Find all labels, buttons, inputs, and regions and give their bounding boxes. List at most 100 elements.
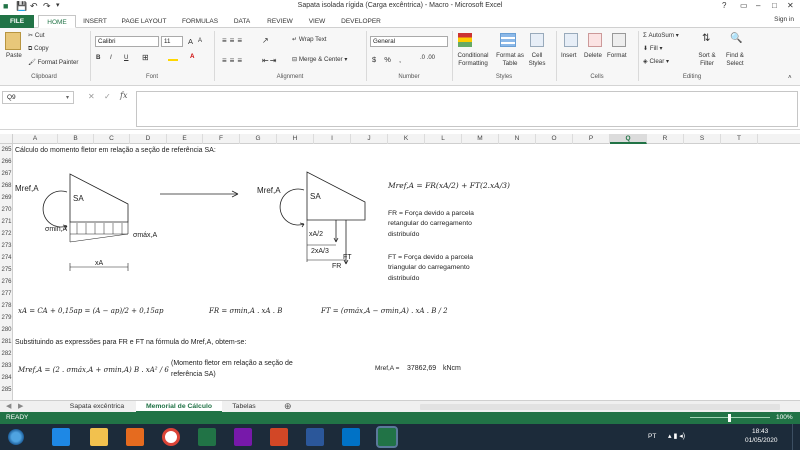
row-number[interactable]: 278 (0, 302, 13, 311)
col-header[interactable]: R (647, 134, 684, 144)
find-select-button[interactable]: Find & Select (722, 52, 748, 68)
fill-color-icon[interactable] (168, 54, 178, 61)
orientation-icon[interactable]: ↗ (262, 36, 269, 45)
col-header[interactable]: T (721, 134, 758, 144)
clear-button[interactable]: ◈ Clear ▾ (643, 58, 669, 65)
excel-active-icon[interactable] (376, 426, 398, 448)
insert-cells-icon[interactable] (564, 33, 578, 47)
tab-view[interactable]: VIEW (304, 15, 330, 28)
powerpoint-icon[interactable] (270, 428, 288, 446)
name-box-dropdown-icon[interactable]: ▾ (66, 94, 69, 101)
font-size-select[interactable]: 11 (161, 36, 183, 47)
close-icon[interactable]: ✕ (787, 1, 794, 10)
row-number[interactable]: 277 (0, 290, 13, 299)
clock-date[interactable]: 01/05/2020 (745, 437, 778, 444)
row-number[interactable]: 265 (0, 146, 13, 155)
tray-icons[interactable]: ▴ ▮ ◂) (668, 432, 685, 440)
row-number[interactable]: 273 (0, 242, 13, 251)
excel-icon[interactable] (198, 428, 216, 446)
cut-button[interactable]: ✂ Cut (28, 32, 45, 39)
sign-in-link[interactable]: Sign in (774, 16, 794, 23)
paste-icon[interactable] (5, 32, 21, 50)
col-header[interactable]: J (351, 134, 388, 144)
col-header[interactable]: E (167, 134, 203, 144)
start-button[interactable] (8, 429, 24, 445)
shrink-font-button[interactable]: A (198, 38, 202, 44)
maximize-icon[interactable]: □ (772, 1, 777, 10)
enter-icon[interactable]: ✓ (104, 92, 111, 101)
tab-formulas[interactable]: FORMULAS (178, 15, 222, 28)
folder-icon[interactable] (90, 428, 108, 446)
show-desktop-button[interactable] (792, 424, 800, 450)
autosum-button[interactable]: Σ AutoSum ▾ (643, 32, 679, 39)
delete-cells-button[interactable]: Delete (584, 52, 602, 59)
chrome-icon[interactable] (162, 428, 180, 446)
font-color-icon[interactable]: A (190, 53, 194, 60)
grow-font-button[interactable]: A (188, 37, 193, 46)
conditional-formatting-icon[interactable] (458, 33, 472, 47)
clock-time[interactable]: 18:43 (752, 428, 768, 435)
media-player-icon[interactable] (126, 428, 144, 446)
format-painter-button[interactable]: 🖌 Format Painter (28, 58, 79, 66)
add-sheet-icon[interactable]: ⊕ (284, 401, 292, 412)
zoom-level[interactable]: 100% (776, 414, 793, 421)
horizontal-scrollbar[interactable] (420, 404, 780, 410)
row-number[interactable]: 268 (0, 182, 13, 191)
tab-file[interactable]: FILE (0, 15, 34, 28)
row-number[interactable]: 274 (0, 254, 13, 263)
align-top-icons[interactable]: ≡≡≡ (222, 36, 245, 45)
col-header[interactable]: G (240, 134, 277, 144)
col-header[interactable]: N (499, 134, 536, 144)
tab-review[interactable]: REVIEW (262, 15, 298, 28)
language-indicator[interactable]: PT (648, 433, 656, 440)
outlook-icon[interactable] (342, 428, 360, 446)
number-format-select[interactable]: General (370, 36, 448, 47)
zoom-slider-thumb[interactable] (728, 414, 731, 422)
row-number[interactable]: 267 (0, 170, 13, 179)
row-number[interactable]: 280 (0, 326, 13, 335)
align-left-icons[interactable]: ≡≡≡ (222, 56, 245, 65)
col-header[interactable]: O (536, 134, 573, 144)
row-number[interactable]: 271 (0, 218, 13, 227)
format-as-table-button[interactable]: Format as Table (494, 52, 526, 68)
conditional-formatting-button[interactable]: Conditional Formatting (452, 52, 494, 68)
help-button[interactable]: ? (722, 1, 726, 10)
cell-styles-icon[interactable] (530, 33, 544, 47)
number-format-icons[interactable]: $ % , (372, 55, 404, 64)
wrap-text-button[interactable]: ↵ Wrap Text (292, 36, 327, 43)
select-all-corner[interactable] (0, 134, 13, 144)
col-header-selected[interactable]: Q (610, 134, 647, 144)
word-icon[interactable] (306, 428, 324, 446)
cancel-icon[interactable]: ✕ (88, 92, 95, 101)
format-cells-button[interactable]: Format (607, 52, 627, 59)
row-number[interactable]: 266 (0, 158, 13, 167)
italic-button[interactable]: I (110, 54, 112, 61)
insert-cells-button[interactable]: Insert (561, 52, 576, 59)
onenote-icon[interactable] (234, 428, 252, 446)
ie-icon[interactable] (52, 428, 70, 446)
row-number[interactable]: 279 (0, 314, 13, 323)
name-box[interactable]: Q9 (2, 91, 74, 104)
bold-button[interactable]: B (96, 54, 100, 61)
col-header[interactable]: H (277, 134, 314, 144)
row-number[interactable]: 285 (0, 386, 13, 395)
tab-data[interactable]: DATA (228, 15, 256, 28)
row-number[interactable]: 276 (0, 278, 13, 287)
font-name-select[interactable]: Calibri (95, 36, 159, 47)
tab-home[interactable]: HOME (38, 15, 76, 28)
delete-cells-icon[interactable] (588, 33, 602, 47)
indent-icons[interactable]: ⇤⇥ (262, 56, 277, 65)
col-header[interactable]: A (13, 134, 58, 144)
minimize-icon[interactable]: – (756, 1, 760, 10)
borders-icon[interactable]: ⊞ (142, 53, 149, 62)
format-cells-icon[interactable] (612, 33, 626, 47)
decimal-icons[interactable]: .0 .00 (420, 55, 435, 61)
row-number[interactable]: 270 (0, 206, 13, 215)
worksheet-grid[interactable]: Cálculo do momento fletor em relação a s… (13, 144, 800, 400)
ribbon-display-icon[interactable]: ▭ (740, 1, 748, 10)
col-header[interactable]: M (462, 134, 499, 144)
cell-styles-button[interactable]: Cell Styles (526, 52, 548, 68)
col-header[interactable]: L (425, 134, 462, 144)
row-number[interactable]: 275 (0, 266, 13, 275)
col-header[interactable]: S (684, 134, 721, 144)
